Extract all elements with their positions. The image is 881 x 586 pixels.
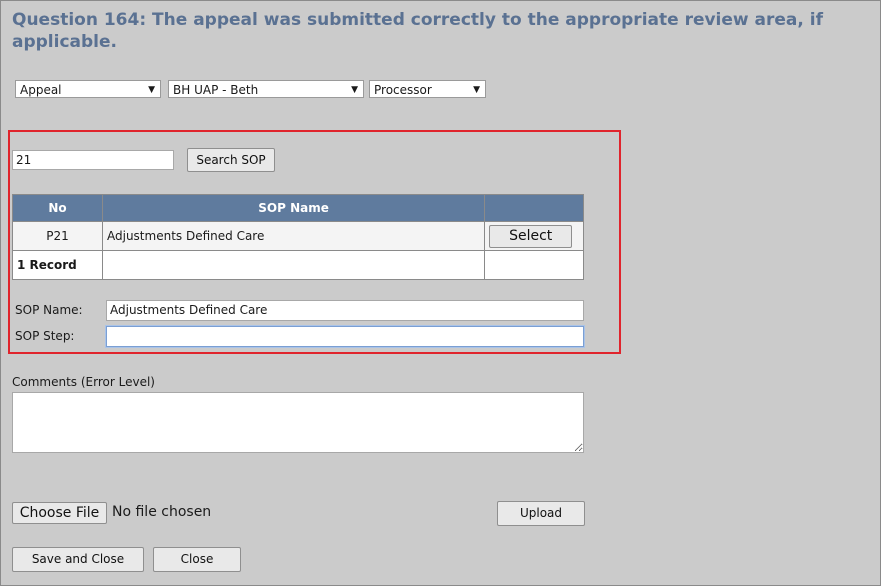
comments-label: Comments (Error Level) xyxy=(12,375,155,389)
record-count: 1 Record xyxy=(12,250,103,280)
table-footer-row: 1 Record xyxy=(12,250,584,280)
category-select[interactable]: Appeal ▼ xyxy=(15,80,161,98)
sop-search-input[interactable]: 21 xyxy=(12,150,174,170)
category-select-value: Appeal xyxy=(20,83,62,97)
search-sop-button[interactable]: Search SOP xyxy=(187,148,275,172)
choose-file-button[interactable]: Choose File xyxy=(12,502,107,524)
sop-step-field[interactable] xyxy=(106,326,584,347)
cell-sop-name: Adjustments Defined Care xyxy=(101,221,486,251)
save-and-close-button[interactable]: Save and Close xyxy=(12,547,144,572)
dropdown-arrow-icon: ▼ xyxy=(148,85,155,95)
column-header-action xyxy=(484,194,584,222)
team-select[interactable]: BH UAP - Beth ▼ xyxy=(168,80,364,98)
select-button[interactable]: Select xyxy=(489,224,573,248)
cell-no: P21 xyxy=(12,221,103,251)
sop-step-label: SOP Step: xyxy=(15,329,75,343)
cell-action: Select xyxy=(484,221,584,251)
comments-textarea[interactable] xyxy=(12,392,584,453)
close-button[interactable]: Close xyxy=(153,547,241,572)
file-status-text: No file chosen xyxy=(112,504,212,520)
dropdown-arrow-icon: ▼ xyxy=(473,85,480,95)
column-header-sop-name: SOP Name xyxy=(101,194,486,222)
question-title: Question 164: The appeal was submitted c… xyxy=(12,10,823,52)
sop-search-value: 21 xyxy=(16,153,32,167)
footer-empty-cell xyxy=(484,250,584,280)
sop-results-table: No SOP Name P21 Adjustments Defined Care… xyxy=(12,194,584,280)
sop-name-value: Adjustments Defined Care xyxy=(110,303,268,317)
sop-name-label: SOP Name: xyxy=(15,303,83,317)
column-header-no: No xyxy=(12,194,103,222)
role-select-value: Processor xyxy=(374,83,432,97)
footer-empty-cell xyxy=(101,250,486,280)
dropdown-arrow-icon: ▼ xyxy=(351,85,358,95)
sop-name-field[interactable]: Adjustments Defined Care xyxy=(106,300,584,321)
table-row: P21 Adjustments Defined Care Select xyxy=(12,221,584,251)
role-select[interactable]: Processor ▼ xyxy=(369,80,486,98)
upload-button[interactable]: Upload xyxy=(497,501,585,526)
team-select-value: BH UAP - Beth xyxy=(173,83,259,97)
